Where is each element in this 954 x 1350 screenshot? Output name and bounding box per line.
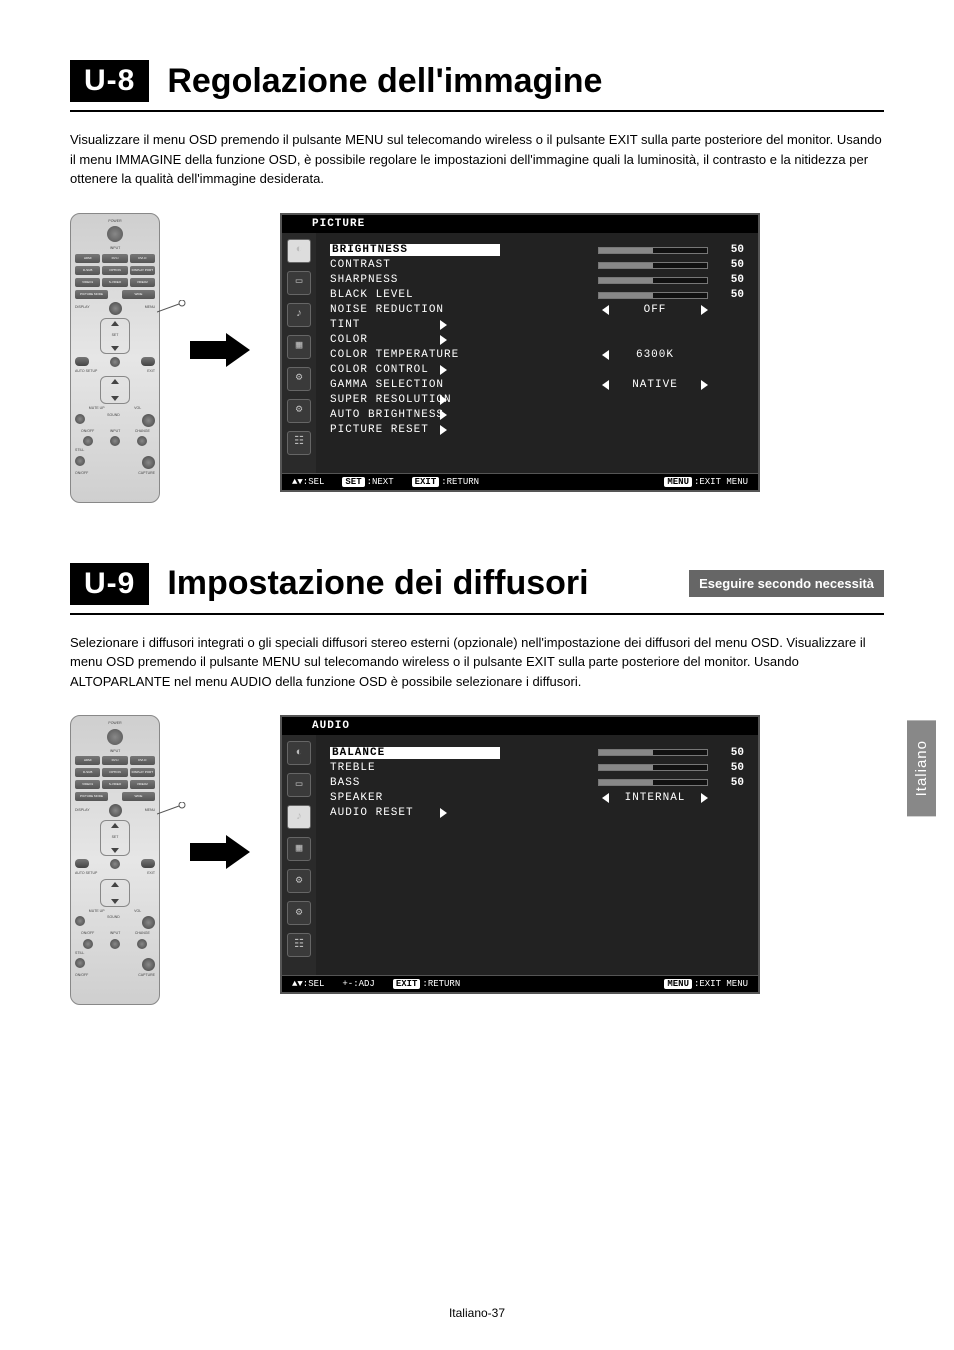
osd-screenshot: PICTURE◐▭♪▦⚙⚙☷BRIGHTNESS50CONTRAST50SHAR…	[280, 213, 760, 492]
illustration-row: POWERINPUTHDMIDVI-IDVI-DD-SUBOPTIONDISPL…	[70, 715, 884, 1005]
section-note: Eseguire secondo necessità	[689, 570, 884, 597]
section-title: Regolazione dell'immagine	[167, 62, 602, 101]
section-u9: U-9 Impostazione dei diffusori Eseguire …	[70, 563, 884, 1006]
section-heading: U-9 Impostazione dei diffusori Eseguire …	[70, 563, 884, 605]
section-u8: U-8 Regolazione dell'immagine Visualizza…	[70, 60, 884, 503]
language-tab: Italiano	[907, 720, 936, 816]
section-rule	[70, 110, 884, 112]
section-badge: U-9	[70, 563, 149, 605]
osd-screenshot: AUDIO◐▭♪▦⚙⚙☷BALANCE50TREBLE50BASS50SPEAK…	[280, 715, 760, 994]
section-body: Visualizzare il menu OSD premendo il pul…	[70, 130, 884, 189]
section-title: Impostazione dei diffusori	[167, 564, 588, 603]
remote-control-image: POWERINPUTHDMIDVI-IDVI-DD-SUBOPTIONDISPL…	[70, 213, 160, 503]
arrow-icon	[190, 213, 250, 367]
page-footer: Italiano-37	[0, 1306, 954, 1320]
arrow-icon	[190, 715, 250, 869]
section-heading: U-8 Regolazione dell'immagine	[70, 60, 884, 102]
section-rule	[70, 613, 884, 615]
illustration-row: POWERINPUTHDMIDVI-IDVI-DD-SUBOPTIONDISPL…	[70, 213, 884, 503]
osd-title: AUDIO	[312, 720, 350, 732]
osd-title: PICTURE	[312, 218, 365, 230]
remote-control-image: POWERINPUTHDMIDVI-IDVI-DD-SUBOPTIONDISPL…	[70, 715, 160, 1005]
section-badge: U-8	[70, 60, 149, 102]
section-body: Selezionare i diffusori integrati o gli …	[70, 633, 884, 692]
